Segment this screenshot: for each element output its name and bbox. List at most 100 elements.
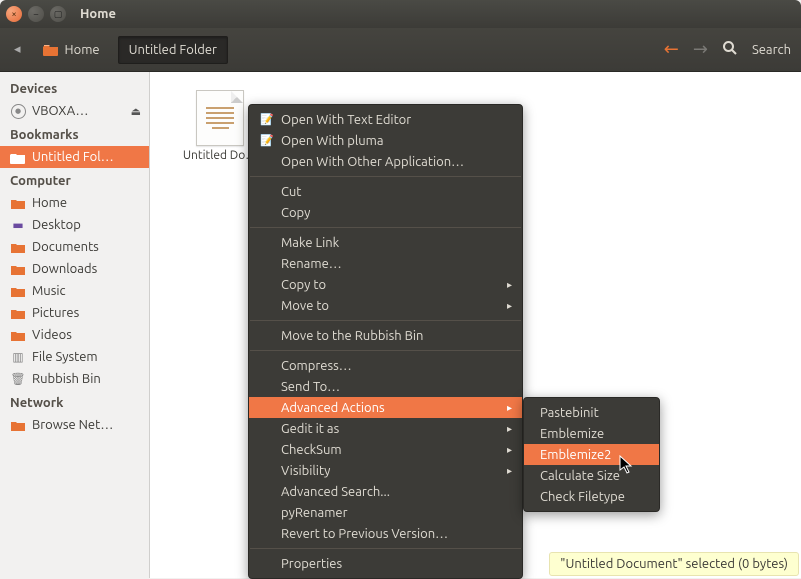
menu-advanced-search[interactable]: Advanced Search... — [249, 481, 522, 502]
context-menu: 📝Open With Text Editor 📝Open With pluma … — [248, 104, 523, 579]
sidebar-item-browse-network[interactable]: Browse Net… — [0, 414, 149, 436]
submenu-emblemize2[interactable]: Emblemize2 — [524, 444, 659, 465]
pluma-icon: 📝 — [259, 134, 275, 147]
sidebar-item-label: VBOXA… — [32, 104, 125, 118]
submenu-pastebinit[interactable]: Pastebinit — [524, 402, 659, 423]
sidebar-item-music[interactable]: Music — [0, 280, 149, 302]
submenu-arrow-icon: ▸ — [507, 402, 512, 414]
menu-move-to[interactable]: Move to▸ — [249, 295, 522, 316]
menu-pyrenamer[interactable]: pyRenamer — [249, 502, 522, 523]
menu-send-to[interactable]: Send To… — [249, 376, 522, 397]
folder-icon — [10, 328, 26, 342]
menu-rubbish-bin[interactable]: Move to the Rubbish Bin — [249, 325, 522, 346]
menu-open-pluma[interactable]: 📝Open With pluma — [249, 130, 522, 151]
sidebar-item-downloads[interactable]: Downloads — [0, 258, 149, 280]
sidebar-item-label: Untitled Fol… — [32, 150, 141, 164]
menu-separator — [250, 350, 521, 351]
search-label[interactable]: Search — [752, 43, 791, 57]
sidebar-item-label: Music — [32, 284, 141, 298]
menu-make-link[interactable]: Make Link — [249, 232, 522, 253]
submenu-check-filetype[interactable]: Check Filetype — [524, 486, 659, 507]
sidebar-item-trash[interactable]: 🗑 Rubbish Bin — [0, 368, 149, 390]
submenu-arrow-icon: ▸ — [507, 300, 512, 312]
sidebar-item-desktop[interactable]: ▬ Desktop — [0, 214, 149, 236]
submenu-arrow-icon: ▸ — [507, 423, 512, 435]
menu-open-text-editor[interactable]: 📝Open With Text Editor — [249, 109, 522, 130]
menu-gedit-as[interactable]: Gedit it as▸ — [249, 418, 522, 439]
window-maximize-button[interactable]: ▢ — [50, 6, 66, 22]
folder-icon — [10, 284, 26, 298]
sidebar-item-pictures[interactable]: Pictures — [0, 302, 149, 324]
breadcrumb-home-label: Home — [65, 43, 100, 57]
search-icon[interactable] — [722, 40, 738, 59]
nav-forward-icon[interactable]: → — [693, 39, 708, 60]
submenu-emblemize[interactable]: Emblemize — [524, 423, 659, 444]
status-text: "Untitled Document" selected (0 bytes) — [560, 557, 788, 571]
trash-icon: 🗑 — [10, 372, 26, 386]
menu-properties[interactable]: Properties — [249, 553, 522, 574]
menu-checksum[interactable]: CheckSum▸ — [249, 439, 522, 460]
menu-compress[interactable]: Compress… — [249, 355, 522, 376]
breadcrumb-current-label: Untitled Folder — [129, 43, 217, 57]
window-title: Home — [80, 7, 116, 21]
sidebar-item-label: Home — [32, 196, 141, 210]
menu-rename[interactable]: Rename… — [249, 253, 522, 274]
sidebar: Devices ● VBOXA… ⏏ Bookmarks Untitled Fo… — [0, 72, 150, 578]
menu-cut[interactable]: Cut — [249, 181, 522, 202]
sidebar-item-home[interactable]: Home — [0, 192, 149, 214]
sidebar-item-label: File System — [32, 350, 141, 364]
breadcrumb-chevron-left-icon[interactable]: ◂ — [10, 40, 25, 59]
sidebar-heading-computer: Computer — [0, 168, 149, 192]
menu-copy-to[interactable]: Copy to▸ — [249, 274, 522, 295]
sidebar-item-documents[interactable]: Documents — [0, 236, 149, 258]
eject-icon[interactable]: ⏏ — [131, 105, 141, 118]
menu-separator — [250, 320, 521, 321]
desktop-icon: ▬ — [10, 218, 26, 232]
sidebar-item-label: Rubbish Bin — [32, 372, 141, 386]
breadcrumb-home[interactable]: Home — [33, 37, 110, 63]
folder-icon — [10, 240, 26, 254]
sidebar-item-videos[interactable]: Videos — [0, 324, 149, 346]
breadcrumb-current[interactable]: Untitled Folder — [118, 36, 228, 64]
menu-open-other[interactable]: Open With Other Application… — [249, 151, 522, 172]
window-controls: × – ▢ — [6, 6, 66, 22]
sidebar-item-label: Browse Net… — [32, 418, 141, 432]
nav-back-icon[interactable]: ← — [664, 39, 679, 60]
sidebar-item-label: Documents — [32, 240, 141, 254]
submenu-arrow-icon: ▸ — [507, 465, 512, 477]
document-icon — [196, 90, 244, 146]
disc-icon: ● — [10, 104, 26, 118]
sidebar-item-label: Desktop — [32, 218, 141, 232]
home-folder-icon — [43, 43, 59, 56]
network-folder-icon — [10, 418, 26, 432]
sidebar-item-label: Pictures — [32, 306, 141, 320]
sidebar-heading-devices: Devices — [0, 76, 149, 100]
menu-visibility[interactable]: Visibility▸ — [249, 460, 522, 481]
submenu-arrow-icon: ▸ — [507, 444, 512, 456]
menu-separator — [250, 227, 521, 228]
menu-advanced-actions[interactable]: Advanced Actions▸ — [249, 397, 522, 418]
folder-icon — [10, 306, 26, 320]
window-minimize-button[interactable]: – — [28, 6, 44, 22]
menu-copy[interactable]: Copy — [249, 202, 522, 223]
menu-separator — [250, 176, 521, 177]
submenu-arrow-icon: ▸ — [507, 279, 512, 291]
sidebar-item-label: Videos — [32, 328, 141, 342]
home-folder-icon — [10, 196, 26, 210]
toolbar: ◂ Home Untitled Folder ← → Search — [0, 28, 801, 72]
file-label: Untitled Do… — [183, 149, 257, 162]
folder-icon — [10, 262, 26, 276]
sidebar-item-device[interactable]: ● VBOXA… ⏏ — [0, 100, 149, 122]
sidebar-item-label: Downloads — [32, 262, 141, 276]
sidebar-heading-network: Network — [0, 390, 149, 414]
window-close-button[interactable]: × — [6, 6, 22, 22]
menu-revert[interactable]: Revert to Previous Version… — [249, 523, 522, 544]
window-titlebar: × – ▢ Home — [0, 0, 801, 28]
text-editor-icon: 📝 — [259, 113, 275, 126]
status-bar: "Untitled Document" selected (0 bytes) — [549, 552, 799, 576]
sidebar-item-bookmark[interactable]: Untitled Fol… — [0, 146, 149, 168]
sidebar-heading-bookmarks: Bookmarks — [0, 122, 149, 146]
sidebar-item-filesystem[interactable]: ▥ File System — [0, 346, 149, 368]
context-submenu-advanced-actions: Pastebinit Emblemize Emblemize2 Calculat… — [523, 397, 660, 512]
submenu-calculate-size[interactable]: Calculate Size — [524, 465, 659, 486]
